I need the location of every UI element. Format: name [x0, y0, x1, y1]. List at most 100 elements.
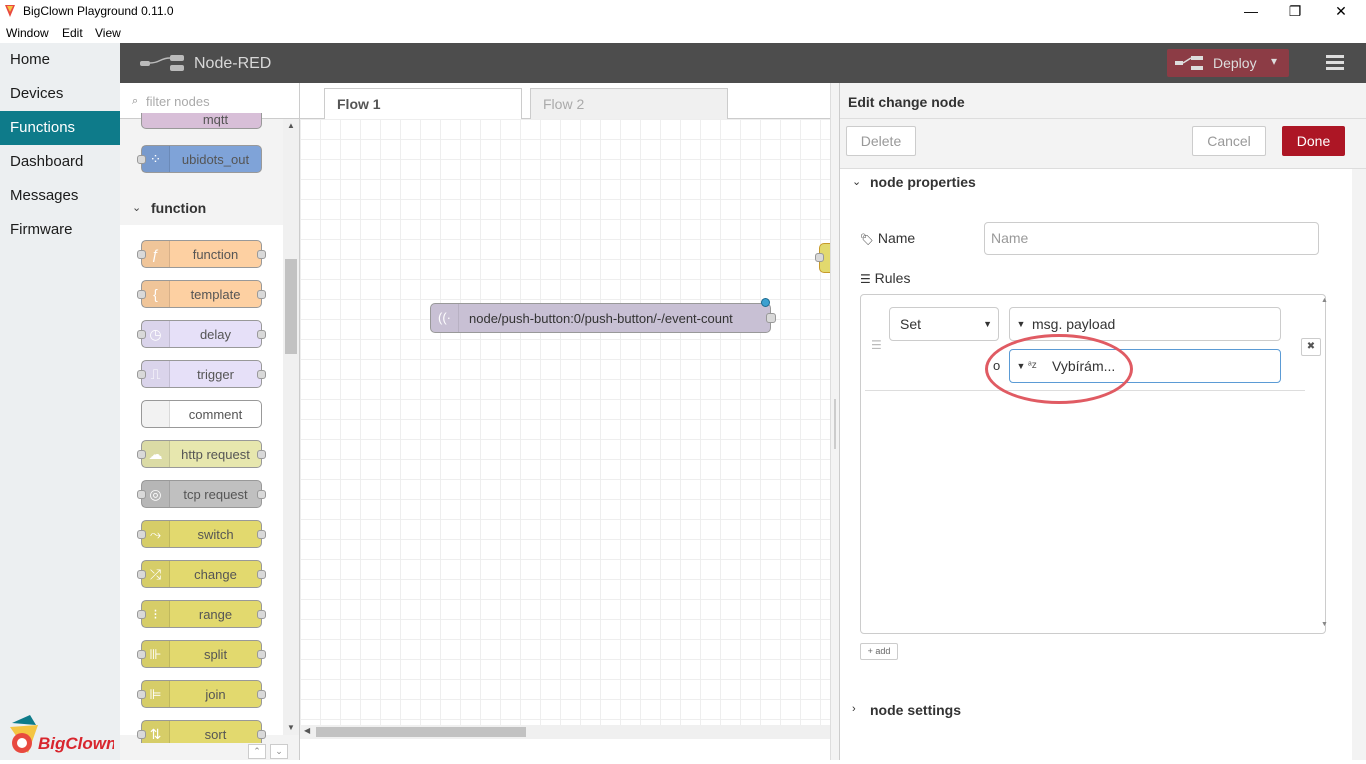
palette-node-trigger[interactable]: ⎍ trigger [137, 360, 266, 388]
palette-scrollbar[interactable]: ▲ ▼ [283, 119, 299, 735]
main-menu-icon[interactable] [1326, 55, 1344, 70]
nav-messages[interactable]: Messages [0, 179, 120, 213]
minimize-button[interactable]: — [1228, 0, 1274, 23]
palette-node-label: comment [188, 407, 243, 422]
palette-node-template[interactable]: {template [137, 280, 266, 308]
function-icon: ƒ [142, 241, 170, 267]
deploy-caret-icon[interactable]: ▾ [1271, 54, 1277, 68]
input-port[interactable] [815, 253, 824, 262]
name-input[interactable]: Name [984, 222, 1319, 255]
section-node-properties[interactable]: ⌄ node properties [840, 169, 1352, 197]
flow-node-change-partial[interactable] [815, 243, 830, 273]
select-caret-icon: ▼ [983, 319, 992, 329]
type-dropdown-icon[interactable]: ▼ [1010, 308, 1032, 340]
palette-node-label: template [190, 287, 241, 302]
palette-node-http-request[interactable]: ☁ http request [137, 440, 266, 468]
output-port [257, 730, 266, 739]
output-port[interactable] [766, 313, 776, 323]
nav-home[interactable]: Home [0, 43, 120, 77]
output-port [257, 330, 266, 339]
section-node-settings[interactable]: › node settings [840, 697, 1352, 725]
close-button[interactable]: ✕ [1318, 0, 1364, 23]
palette-node-label: delay [199, 327, 232, 342]
palette-node-label: switch [197, 527, 234, 542]
nav-firmware[interactable]: Firmware [0, 213, 120, 247]
scroll-left-icon[interactable]: ◀ [304, 726, 310, 735]
rule-action-select[interactable]: Set ▼ [889, 307, 999, 341]
tag-icon: 🏷︎ [860, 234, 874, 246]
window-title: BigClown Playground 0.11.0 [23, 4, 174, 18]
menu-bar: Window Edit View [0, 23, 1366, 43]
remove-rule-icon[interactable]: ✖ [1301, 338, 1321, 356]
section-label: node properties [870, 174, 976, 190]
flow-node-mqtt-in[interactable]: ((· node/push-button:0/push-button/-/eve… [430, 298, 776, 333]
cancel-button[interactable]: Cancel [1192, 126, 1266, 156]
node-palette: ⌕ filter nodes mqtt ⁘ ubidots_out ⌄ func… [120, 83, 300, 760]
palette-node-split[interactable]: ⊪ split [137, 640, 266, 668]
palette-node-label: sort [204, 727, 227, 742]
name-label: 🏷︎ Name [860, 230, 915, 246]
tab-flow-1[interactable]: Flow 1 [324, 88, 522, 120]
sidebar-splitter[interactable] [830, 83, 839, 760]
rules-label: ☰ Rules [860, 270, 910, 286]
palette-node-join[interactable]: ⊫ join [137, 680, 266, 708]
output-port [257, 690, 266, 699]
nav-dashboard[interactable]: Dashboard [0, 145, 120, 179]
palette-node-delay[interactable]: ◷ delay [137, 320, 266, 348]
tray-header: Edit change node [840, 83, 1366, 119]
app-sidebar: Home Devices Functions Dashboard Message… [0, 43, 120, 760]
scroll-down-icon[interactable]: ▼ [1321, 621, 1328, 628]
tcp-request-icon: ◎ [142, 481, 170, 507]
output-port [257, 530, 266, 539]
tray-scrollbar[interactable] [1352, 169, 1366, 760]
collapse-all-icon[interactable]: ⌃ [248, 744, 266, 759]
palette-node-change[interactable]: ⤮ change [137, 560, 266, 588]
scroll-up-icon[interactable]: ▲ [287, 121, 295, 130]
palette-node-function[interactable]: ƒ function [137, 240, 266, 268]
nav-functions[interactable]: Functions [0, 111, 120, 145]
chevron-down-icon: ⌄ [852, 176, 862, 188]
flow-canvas[interactable]: ((· node/push-button:0/push-button/-/eve… [300, 119, 830, 725]
add-rule-button[interactable]: + add [860, 643, 898, 660]
palette-node-ubidots-out[interactable]: ⁘ ubidots_out [137, 145, 262, 173]
palette-node-label: function [192, 247, 239, 262]
drag-handle-icon[interactable]: ☰ [871, 338, 882, 352]
change-icon: ⤮ [142, 561, 170, 587]
expand-all-icon[interactable]: ⌄ [270, 744, 288, 759]
bigclown-app-icon [5, 5, 15, 17]
maximize-button[interactable]: ❐ [1272, 0, 1318, 23]
rules-label-text: Rules [874, 270, 911, 286]
input-port [137, 690, 146, 699]
filter-nodes-input[interactable]: filter nodes [146, 94, 210, 109]
scroll-down-icon[interactable]: ▼ [287, 723, 295, 732]
menu-view[interactable]: View [95, 26, 121, 40]
menu-edit[interactable]: Edit [62, 26, 83, 40]
menu-window[interactable]: Window [6, 26, 49, 40]
palette-node-switch[interactable]: ⤳ switch [137, 520, 266, 548]
output-port [257, 290, 266, 299]
nav-devices[interactable]: Devices [0, 77, 120, 111]
output-port [257, 610, 266, 619]
scroll-up-icon[interactable]: ▲ [1321, 297, 1328, 304]
workspace-scroll-thumb[interactable] [316, 727, 526, 737]
deploy-button[interactable]: Deploy ▾ [1167, 49, 1289, 77]
changed-indicator-icon [761, 298, 770, 307]
tab-flow-2[interactable]: Flow 2 [530, 88, 728, 119]
palette-scroll-thumb[interactable] [285, 259, 297, 354]
done-button[interactable]: Done [1282, 126, 1345, 156]
palette-node-tcp-request[interactable]: ◎ tcp request [137, 480, 266, 508]
palette-node-comment[interactable]: comment [141, 400, 262, 428]
palette-node-label: tcp request [183, 487, 248, 502]
logo-wordmark: BigClown [38, 734, 114, 753]
delete-button[interactable]: Delete [846, 126, 916, 156]
flow-workspace: Flow 1 Flow 2 ((· node/push-button:0/pus… [300, 83, 830, 760]
palette-node-range[interactable]: ⁝ range [137, 600, 266, 628]
tray-toolbar: Delete Cancel Done [840, 119, 1366, 169]
palette-category-function[interactable]: ⌄ function [120, 191, 283, 225]
splitter-grip[interactable] [834, 399, 836, 449]
flow-node-label: node/push-button:0/push-button/-/event-c… [469, 311, 733, 326]
rules-scrollbar[interactable]: ▲ ▼ [1321, 295, 1328, 633]
node-red-title: Node-RED [194, 55, 272, 72]
workspace-hscrollbar[interactable]: ◀ [300, 725, 830, 739]
switch-icon: ⤳ [142, 521, 170, 547]
